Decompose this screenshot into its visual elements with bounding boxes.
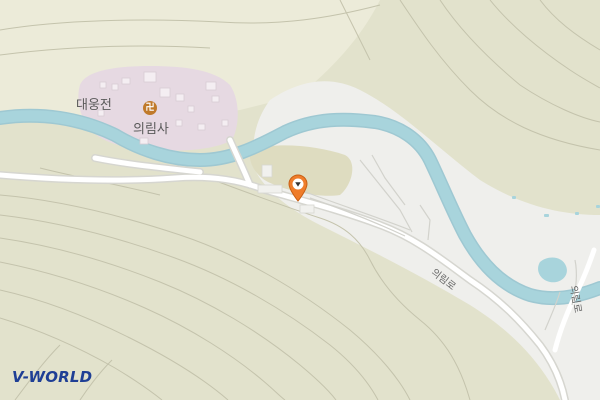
buddhist-temple-icon[interactable]: 卍	[143, 101, 157, 115]
temple-label: 의림사	[133, 122, 169, 137]
temple-symbol: 卍	[145, 103, 155, 113]
map-view[interactable]: 卍 대웅전 의림사 의림로 의림로 V-WORLD	[0, 0, 600, 400]
vworld-logo: V-WORLD	[12, 368, 93, 386]
location-pin-icon[interactable]	[288, 174, 308, 202]
hall-label: 대웅전	[76, 98, 112, 113]
pin-shape	[288, 174, 308, 202]
